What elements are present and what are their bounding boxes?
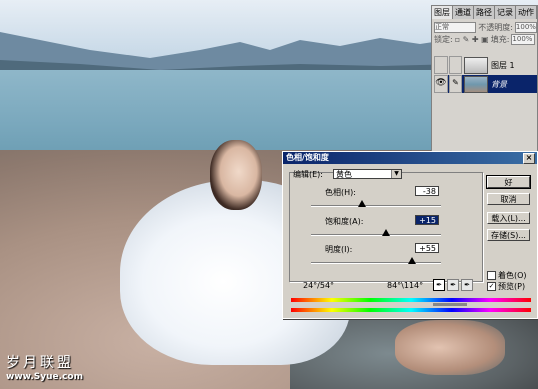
edit-value: 黄色 xyxy=(336,170,352,179)
close-icon[interactable]: × xyxy=(523,153,535,164)
woman-legs xyxy=(395,320,505,375)
lightness-slider-thumb[interactable] xyxy=(407,257,416,264)
dialog-title: 色相/饱和度 xyxy=(286,153,329,162)
link-toggle[interactable] xyxy=(449,56,462,74)
layer-name: 背景 xyxy=(491,79,507,89)
hue-input[interactable]: -38 xyxy=(415,186,439,196)
watermark-title: 岁月联盟 xyxy=(6,355,74,371)
tab-history[interactable]: 记录 xyxy=(495,6,516,19)
tab-layers[interactable]: 图层 xyxy=(432,6,453,19)
result-spectrum-bar xyxy=(291,308,531,312)
dialog-titlebar[interactable]: 色相/饱和度 × xyxy=(283,152,537,164)
hue-saturation-dialog: 色相/饱和度 × 编辑(E): 黄色 ▼ 色相(H): -38 饱和度(A): … xyxy=(282,151,538,319)
woman-head xyxy=(210,140,262,210)
blend-row: 正常 不透明度: 100% xyxy=(432,21,537,33)
layer-thumbnail xyxy=(464,75,488,93)
preview-checkbox[interactable]: ✓ 预览(P) xyxy=(487,281,525,292)
watermark-url: www.Syue.com xyxy=(6,372,83,382)
blend-mode-select[interactable]: 正常 xyxy=(434,21,477,33)
source-spectrum-bar xyxy=(291,298,531,302)
load-button[interactable]: 载入(L)... xyxy=(487,212,530,224)
adjust-group xyxy=(289,172,483,282)
visibility-toggle[interactable] xyxy=(434,56,448,74)
tab-paths[interactable]: 路径 xyxy=(474,6,495,19)
lock-row: 锁定: ▫ ✎ ✚ ▣ 填充: 100% xyxy=(432,33,537,45)
layer-thumbnail xyxy=(464,56,488,74)
lightness-slider-track[interactable] xyxy=(311,262,441,264)
eyedropper-minus-icon[interactable]: ✒ xyxy=(461,279,473,291)
hue-slider-track[interactable] xyxy=(311,205,441,207)
save-button[interactable]: 存储(S)... xyxy=(487,229,530,241)
opacity-input[interactable]: 100% xyxy=(514,21,537,33)
eyedropper-plus-icon[interactable]: ✒ xyxy=(447,279,459,291)
edit-select[interactable]: 黄色 ▼ xyxy=(333,169,402,179)
layer-row-1[interactable]: 图层 1 xyxy=(434,56,537,74)
hue-label: 色相(H): xyxy=(325,188,356,197)
layers-tabs: 图层 通道 路径 记录 动作 xyxy=(432,6,537,19)
brush-icon[interactable]: ✎ xyxy=(449,75,462,93)
saturation-input[interactable]: +15 xyxy=(415,215,439,225)
chevron-down-icon[interactable]: ▼ xyxy=(391,170,401,178)
saturation-label: 饱和度(A): xyxy=(325,217,364,226)
range-left-value: 24°/54° xyxy=(303,281,335,290)
range-indicator[interactable] xyxy=(433,303,467,306)
tab-actions[interactable]: 动作 xyxy=(516,6,537,19)
layer-name: 图层 1 xyxy=(491,60,515,70)
saturation-slider-thumb[interactable] xyxy=(381,229,390,236)
lock-icons[interactable]: ▫ ✎ ✚ ▣ xyxy=(455,35,489,44)
opacity-label: 不透明度: xyxy=(478,22,513,32)
cancel-button[interactable]: 取消 xyxy=(487,193,530,205)
range-right-value: 84°\114° xyxy=(387,281,424,290)
lightness-label: 明度(I): xyxy=(325,245,353,254)
saturation-slider-track[interactable] xyxy=(311,234,441,236)
edit-label: 编辑(E): xyxy=(293,170,323,179)
eye-icon[interactable]: 👁 xyxy=(434,75,448,93)
fill-label: 填充: xyxy=(490,34,510,44)
layers-panel: 图层 通道 路径 记录 动作 正常 不透明度: 100% 锁定: ▫ ✎ ✚ ▣… xyxy=(431,5,538,155)
layer-row-background[interactable]: 👁 ✎ 背景 xyxy=(434,75,537,93)
tab-channels[interactable]: 通道 xyxy=(453,6,474,19)
lightness-input[interactable]: +55 xyxy=(415,243,439,253)
eyedropper-icon[interactable]: ✒ xyxy=(433,279,445,291)
colorize-box[interactable] xyxy=(487,271,496,280)
ok-button[interactable]: 好 xyxy=(486,175,531,189)
colorize-label: 着色(O) xyxy=(498,271,527,280)
preview-label: 预览(P) xyxy=(498,282,526,291)
lock-label: 锁定: xyxy=(434,34,453,44)
hue-slider-thumb[interactable] xyxy=(358,200,367,207)
preview-box[interactable]: ✓ xyxy=(487,282,496,291)
fill-input[interactable]: 100% xyxy=(511,33,536,45)
colorize-checkbox[interactable]: 着色(O) xyxy=(487,270,527,281)
